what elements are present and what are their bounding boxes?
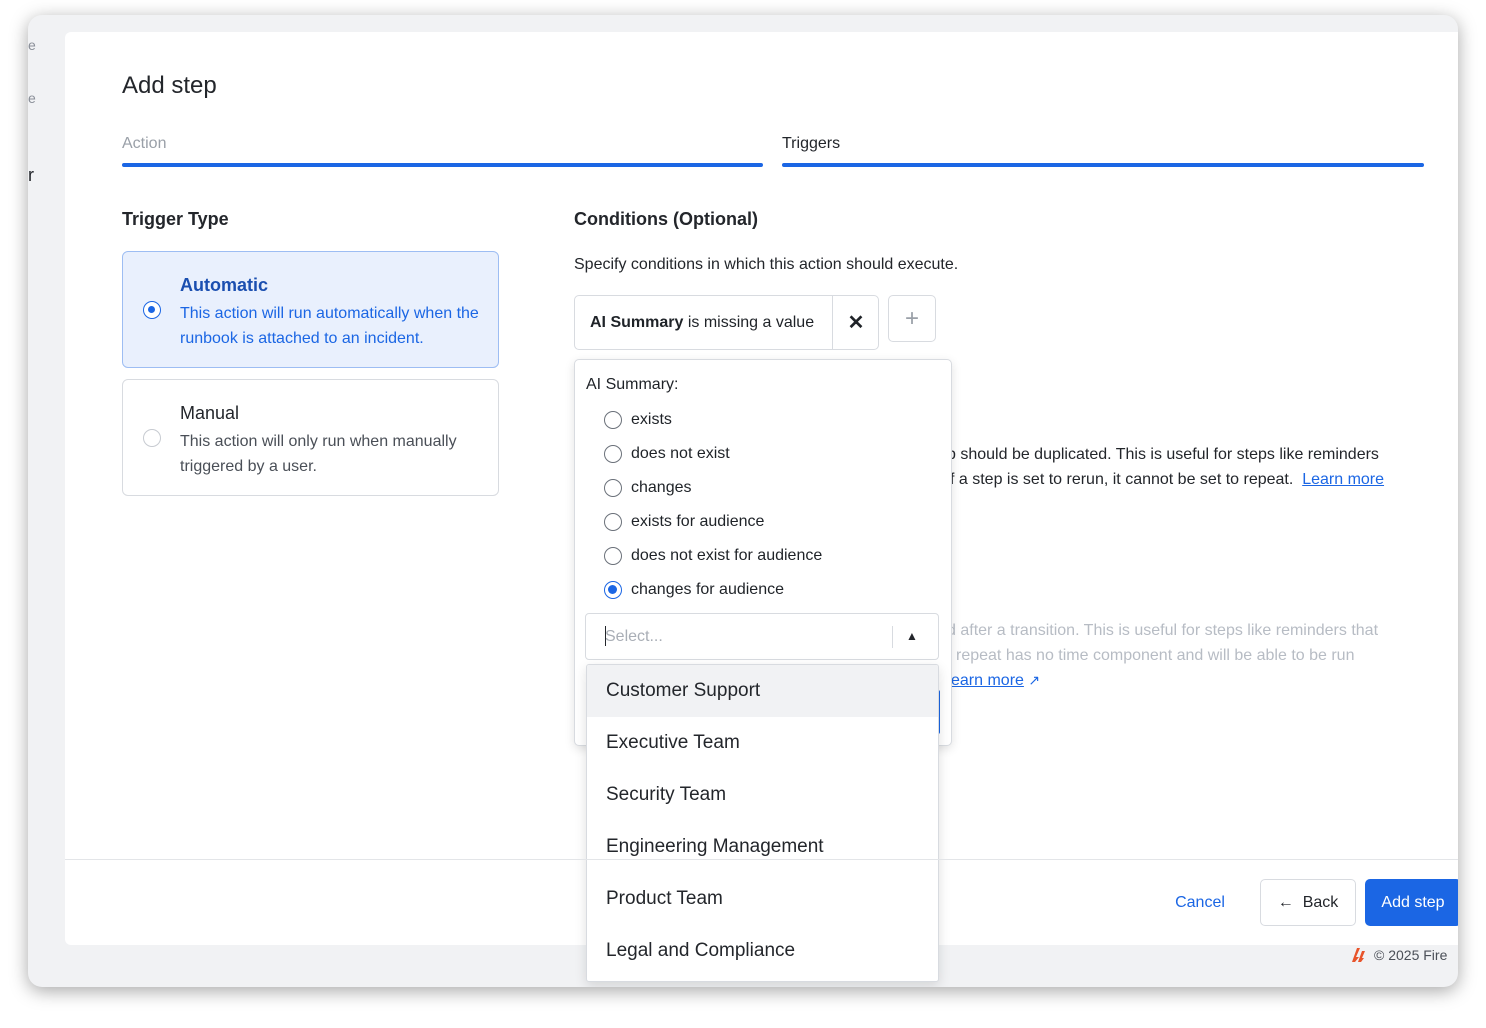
radio[interactable] (604, 411, 622, 429)
tab-action[interactable]: Action (122, 135, 166, 153)
automatic-radio[interactable] (143, 301, 161, 319)
rerun-description-text: f a step is set to rerun, it cannot be s… (950, 471, 1294, 488)
menu-item-security-team[interactable]: Security Team (587, 769, 938, 821)
select-divider (892, 626, 893, 648)
tab-triggers[interactable]: Triggers (782, 135, 840, 153)
background-fragment: e (28, 37, 36, 53)
repeat-description-line2: repeat has no time component and will be… (956, 647, 1355, 664)
option-does-not-exist[interactable]: does not exist (604, 442, 730, 466)
condition-field: AI Summary (590, 314, 684, 331)
manual-radio[interactable] (143, 429, 161, 447)
manual-title: Manual (180, 403, 240, 423)
firehydrant-logo-icon (1352, 948, 1365, 962)
menu-item-customer-support[interactable]: Customer Support (587, 665, 938, 717)
add-condition-button[interactable]: + (888, 295, 936, 342)
text-caret (605, 626, 606, 646)
automatic-description: This action will run automatically when … (180, 305, 479, 347)
background-fragment: r (28, 165, 34, 185)
tab-triggers-progress (782, 163, 1424, 167)
option-label: changes (631, 479, 692, 496)
option-label: does not exist (631, 445, 730, 462)
option-label: does not exist for audience (631, 547, 823, 564)
option-label: changes for audience (631, 581, 784, 598)
option-label: exists for audience (631, 513, 765, 530)
radio[interactable] (604, 445, 622, 463)
option-label: exists (631, 411, 672, 428)
learn-more-link-2[interactable]: earn more (951, 672, 1024, 689)
radio[interactable] (604, 513, 622, 531)
menu-item-legal-and-compliance[interactable]: Legal and Compliance (587, 925, 938, 977)
arrow-left-icon: ← (1277, 893, 1294, 911)
condition-pill[interactable]: AI Summary is missing a value ✕ (574, 295, 879, 350)
audience-select[interactable]: Select... ▲ (585, 613, 939, 660)
copyright-text: © 2025 Fire (1374, 947, 1448, 963)
chevron-up-icon[interactable]: ▲ (902, 626, 922, 646)
add-step-button[interactable]: Add step (1365, 879, 1458, 926)
back-button[interactable]: ← Back (1260, 879, 1356, 926)
popover-label: AI Summary: (586, 376, 679, 393)
background-fragment: e (28, 90, 36, 106)
close-icon[interactable]: ✕ (833, 296, 879, 349)
menu-item-executive-team[interactable]: Executive Team (587, 717, 938, 769)
rerun-description-line2: f a step is set to rerun, it cannot be s… (950, 471, 1384, 489)
page-copyright: © 2025 Fire (1348, 945, 1447, 965)
radio[interactable] (604, 547, 622, 565)
automatic-title: Automatic (180, 275, 269, 295)
option-changes-for-audience[interactable]: changes for audience (604, 578, 784, 602)
condition-operator: is missing a value (687, 314, 815, 331)
select-placeholder: Select... (605, 628, 663, 645)
audience-menu: Customer Support Executive Team Security… (586, 664, 939, 982)
trigger-option-automatic[interactable]: Automatic This action will run automatic… (122, 251, 499, 368)
app-window: e e r Add step Action Triggers Trigger T… (28, 15, 1458, 987)
option-changes[interactable]: changes (604, 476, 692, 500)
condition-text: AI Summary is missing a value (590, 314, 814, 332)
menu-item-engineering-management[interactable]: Engineering Management (587, 821, 938, 873)
tab-action-progress (122, 163, 763, 167)
external-link-icon: ↗ (1028, 672, 1041, 688)
option-exists[interactable]: exists (604, 408, 672, 432)
conditions-heading: Conditions (Optional) (574, 209, 758, 229)
cancel-button[interactable]: Cancel (1160, 879, 1240, 926)
trigger-option-manual[interactable]: Manual This action will only run when ma… (122, 379, 499, 496)
back-label: Back (1302, 893, 1339, 911)
repeat-description-line1: d after a transition. This is useful for… (947, 622, 1379, 639)
modal-title: Add step (122, 72, 217, 99)
option-exists-for-audience[interactable]: exists for audience (604, 510, 764, 534)
option-does-not-exist-for-audience[interactable]: does not exist for audience (604, 544, 822, 568)
radio[interactable] (604, 581, 622, 599)
learn-more-link[interactable]: Learn more (1302, 471, 1384, 488)
conditions-description: Specify conditions in which this action … (574, 256, 959, 273)
trigger-type-heading: Trigger Type (122, 209, 229, 229)
plus-icon: + (904, 304, 919, 332)
footer-divider (65, 859, 1458, 860)
rerun-description-line1: p should be duplicated. This is useful f… (947, 446, 1379, 463)
repeat-learn-more[interactable]: earn more ↗ (951, 672, 1040, 690)
manual-description: This action will only run when manually … (180, 433, 457, 475)
add-step-modal: Add step Action Triggers Trigger Type Au… (65, 32, 1458, 982)
radio[interactable] (604, 479, 622, 497)
menu-item-product-team[interactable]: Product Team (587, 873, 938, 925)
